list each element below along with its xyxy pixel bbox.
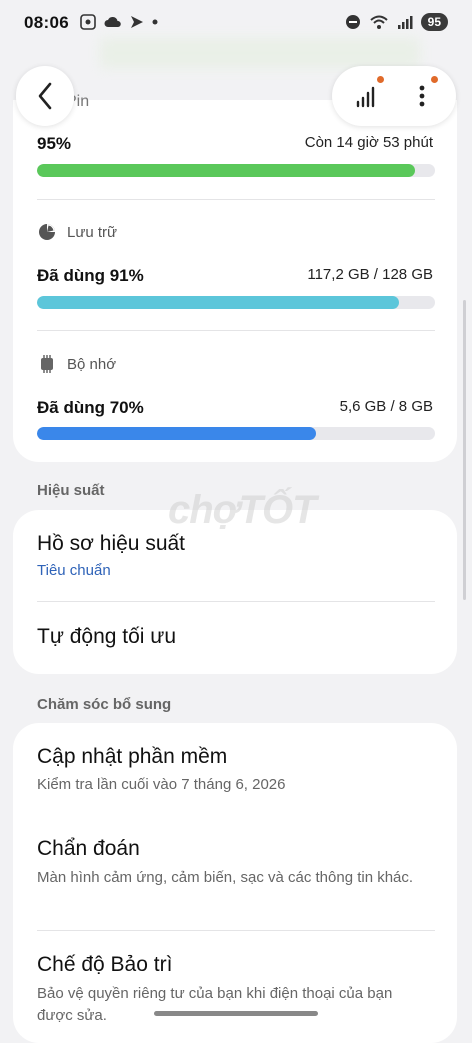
- notification-dot: [377, 76, 384, 83]
- memory-label-row: Bộ nhớ: [37, 354, 116, 374]
- send-icon: [131, 16, 143, 28]
- performance-card: Hồ sơ hiệu suất Tiêu chuẩn Tự động tối ư…: [13, 510, 457, 674]
- wifi-icon: [369, 15, 388, 29]
- divider: [37, 330, 435, 331]
- battery-row[interactable]: 95% Còn 14 giờ 53 phút: [37, 134, 433, 154]
- battery-bar-fill: [37, 164, 416, 177]
- background-blur: [100, 38, 420, 68]
- item-subtitle: Kiểm tra lần cuối vào 7 tháng 6, 2026: [37, 776, 286, 793]
- status-icons-left: [80, 14, 158, 30]
- screenshot-icon: [80, 14, 96, 30]
- more-vertical-icon: [419, 85, 425, 107]
- item-subtitle: Tiêu chuẩn: [37, 562, 111, 579]
- item-title: Chế độ Bảo trì: [37, 953, 173, 976]
- storage-label: Lưu trữ: [67, 223, 118, 241]
- section-header-performance: Hiệu suất: [37, 482, 105, 499]
- item-title: Tự động tối ưu: [37, 625, 177, 648]
- item-subtitle: Màn hình cảm ứng, cảm biến, sạc và các t…: [37, 869, 414, 886]
- storage-bar: [37, 296, 435, 309]
- item-title: Hồ sơ hiệu suất: [37, 532, 186, 555]
- memory-amount: 5,6 GB / 8 GB: [339, 398, 433, 415]
- extra-care-card: Cập nhật phần mềm Kiểm tra lần cuối vào …: [13, 723, 457, 1043]
- memory-bar-fill: [37, 427, 316, 440]
- storage-used: Đã dùng 91%: [37, 266, 144, 285]
- signal-bars-icon: [356, 86, 375, 108]
- maintenance-mode-item[interactable]: Chế độ Bảo trì Bảo vệ quyền riêng tư của…: [13, 931, 457, 1043]
- header-actions: [332, 66, 456, 126]
- device-care-summary-card: 95% Còn 14 giờ 53 phút Lưu trữ Đã dùng 9…: [13, 100, 457, 462]
- cloud-icon: [104, 16, 121, 28]
- storage-row[interactable]: Đã dùng 91% 117,2 GB / 128 GB: [37, 266, 433, 286]
- status-bar: 08:06 95: [0, 0, 472, 68]
- watermark-logo: chợTỐT: [168, 488, 317, 532]
- scrollbar[interactable]: [463, 300, 466, 600]
- dnd-icon: [345, 15, 360, 29]
- section-header-extra-care: Chăm sóc bổ sung: [37, 696, 172, 713]
- battery-bar: [37, 164, 435, 177]
- clock: 08:06: [24, 13, 69, 32]
- status-icons-right: 95: [345, 13, 448, 31]
- item-title: Chẩn đoán: [37, 837, 140, 860]
- chevron-left-icon: [38, 82, 52, 110]
- pie-chart-icon: [39, 224, 55, 240]
- storage-label-row: Lưu trữ: [37, 222, 117, 242]
- battery-indicator: 95: [420, 13, 448, 31]
- home-indicator[interactable]: [154, 1011, 318, 1016]
- memory-bar: [37, 427, 435, 440]
- diagnostics-item[interactable]: Chẩn đoán Màn hình cảm ứng, cảm biến, sạ…: [13, 815, 457, 930]
- storage-bar-fill: [37, 296, 400, 309]
- item-title: Cập nhật phần mềm: [37, 745, 228, 768]
- auto-optimize-item[interactable]: Tự động tối ưu: [13, 602, 457, 674]
- divider: [37, 199, 435, 200]
- signal-icon: [397, 16, 413, 29]
- back-button[interactable]: [16, 66, 74, 126]
- battery-remaining: Còn 14 giờ 53 phút: [304, 134, 433, 151]
- memory-label: Bộ nhớ: [67, 355, 117, 373]
- item-subtitle: Bảo vệ quyền riêng tư của bạn khi điện t…: [37, 985, 393, 1024]
- memory-chip-icon: [41, 355, 53, 373]
- network-status-button[interactable]: [348, 76, 384, 112]
- software-update-item[interactable]: Cập nhật phần mềm Kiểm tra lần cuối vào …: [13, 723, 457, 813]
- memory-row[interactable]: Đã dùng 70% 5,6 GB / 8 GB: [37, 398, 433, 418]
- battery-percent: 95%: [37, 134, 72, 153]
- notification-dot: [431, 76, 438, 83]
- more-options-button[interactable]: [404, 76, 440, 112]
- memory-used: Đã dùng 70%: [37, 398, 144, 417]
- dot-icon: [152, 19, 158, 25]
- storage-amount: 117,2 GB / 128 GB: [307, 266, 433, 283]
